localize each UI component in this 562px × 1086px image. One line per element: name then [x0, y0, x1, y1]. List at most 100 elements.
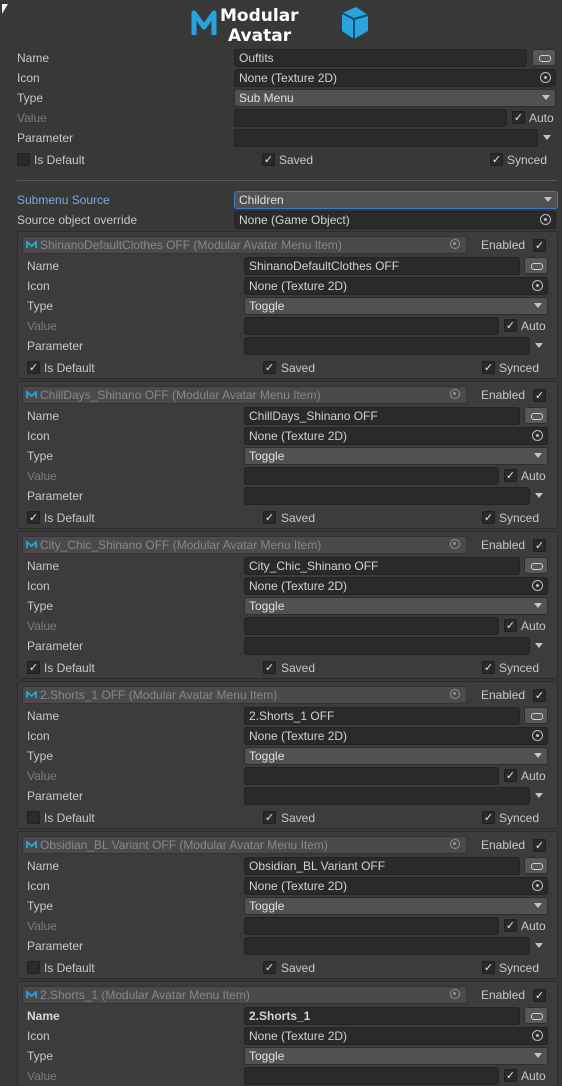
enabled-checkbox[interactable]: ✓ — [533, 539, 546, 552]
icon-object-field[interactable]: None (Texture 2D) — [244, 277, 548, 295]
link-button[interactable] — [532, 49, 556, 66]
saved-checkbox[interactable]: ✓ — [262, 153, 275, 166]
icon-object-field[interactable]: None (Texture 2D) — [244, 577, 548, 595]
link-button[interactable] — [524, 557, 548, 574]
object-ping-icon[interactable] — [450, 839, 460, 849]
parameter-field[interactable] — [234, 129, 538, 147]
object-ping-icon[interactable] — [450, 989, 460, 999]
icon-object-field[interactable]: None (Texture 2D) — [244, 877, 548, 895]
type-dropdown[interactable]: Sub Menu — [234, 89, 556, 107]
link-button[interactable] — [524, 707, 548, 724]
menu-item-header[interactable]: 2.Shorts_1 OFF (Modular Avatar Menu Item… — [22, 686, 467, 704]
synced-checkbox[interactable]: ✓ — [482, 811, 495, 824]
object-ping-icon[interactable] — [450, 239, 460, 249]
source-override-field[interactable]: None (Game Object) — [234, 211, 556, 229]
link-button[interactable] — [524, 1007, 548, 1024]
saved-checkbox[interactable]: ✓ — [263, 811, 276, 824]
link-button[interactable] — [524, 257, 548, 274]
value-field[interactable] — [244, 917, 499, 935]
is-default-checkbox[interactable] — [27, 961, 40, 974]
link-button[interactable] — [524, 407, 548, 424]
menu-item-header[interactable]: City_Chic_Shinano OFF (Modular Avatar Me… — [22, 536, 467, 554]
object-picker-icon[interactable] — [532, 430, 543, 441]
synced-checkbox[interactable]: ✓ — [482, 961, 495, 974]
saved-checkbox[interactable]: ✓ — [263, 661, 276, 674]
synced-checkbox[interactable]: ✓ — [482, 661, 495, 674]
type-dropdown[interactable]: Toggle — [244, 597, 548, 615]
object-ping-icon[interactable] — [450, 689, 460, 699]
value-field[interactable] — [244, 1067, 499, 1085]
parameter-dropdown-icon[interactable] — [535, 793, 543, 798]
object-picker-icon[interactable] — [532, 1030, 543, 1041]
enabled-checkbox[interactable]: ✓ — [533, 839, 546, 852]
value-field[interactable] — [234, 109, 507, 127]
icon-object-field[interactable]: None (Texture 2D) — [244, 427, 548, 445]
synced-checkbox[interactable]: ✓ — [482, 361, 495, 374]
name-field[interactable]: 2.Shorts_1 — [244, 1007, 520, 1025]
menu-item-header[interactable]: ShinanoDefaultClothes OFF (Modular Avata… — [22, 236, 467, 254]
auto-checkbox[interactable]: ✓ — [512, 111, 525, 124]
parameter-field[interactable] — [244, 787, 530, 805]
enabled-checkbox[interactable]: ✓ — [533, 239, 546, 252]
menu-item-header[interactable]: ChillDays_Shinano OFF (Modular Avatar Me… — [22, 386, 467, 404]
name-field[interactable]: 2.Shorts_1 OFF — [244, 707, 520, 725]
icon-object-field[interactable]: None (Texture 2D) — [244, 1027, 548, 1045]
type-dropdown[interactable]: Toggle — [244, 747, 548, 765]
parameter-dropdown-icon[interactable] — [535, 943, 543, 948]
type-dropdown[interactable]: Toggle — [244, 897, 548, 915]
is-default-checkbox[interactable]: ✓ — [27, 511, 40, 524]
parameter-field[interactable] — [244, 487, 530, 505]
is-default-checkbox[interactable] — [27, 811, 40, 824]
name-field[interactable]: ChillDays_Shinano OFF — [244, 407, 520, 425]
icon-object-field[interactable]: None (Texture 2D) — [234, 69, 556, 87]
parameter-dropdown-icon[interactable] — [535, 343, 543, 348]
object-ping-icon[interactable] — [450, 539, 460, 549]
object-picker-icon[interactable] — [540, 214, 551, 225]
object-picker-icon[interactable] — [532, 580, 543, 591]
parameter-field[interactable] — [244, 337, 530, 355]
saved-checkbox[interactable]: ✓ — [263, 511, 276, 524]
parameter-dropdown-icon[interactable] — [535, 643, 543, 648]
parameter-field[interactable] — [244, 637, 530, 655]
auto-checkbox[interactable]: ✓ — [504, 1069, 517, 1082]
value-field[interactable] — [244, 617, 499, 635]
menu-item-header[interactable]: 2.Shorts_1 (Modular Avatar Menu Item) — [22, 986, 467, 1004]
object-ping-icon[interactable] — [450, 389, 460, 399]
enabled-checkbox[interactable]: ✓ — [533, 989, 546, 1002]
object-picker-icon[interactable] — [532, 280, 543, 291]
enabled-checkbox[interactable]: ✓ — [533, 689, 546, 702]
icon-object-field[interactable]: None (Texture 2D) — [244, 727, 548, 745]
menu-item-header[interactable]: Obsidian_BL Variant OFF (Modular Avatar … — [22, 836, 467, 854]
synced-checkbox[interactable]: ✓ — [490, 153, 503, 166]
synced-checkbox[interactable]: ✓ — [482, 511, 495, 524]
auto-checkbox[interactable]: ✓ — [504, 919, 517, 932]
parameter-field[interactable] — [244, 937, 530, 955]
is-default-checkbox[interactable]: ✓ — [27, 661, 40, 674]
name-field[interactable]: Obsidian_BL Variant OFF — [244, 857, 520, 875]
value-field[interactable] — [244, 467, 499, 485]
name-field[interactable]: City_Chic_Shinano OFF — [244, 557, 520, 575]
auto-checkbox[interactable]: ✓ — [504, 319, 517, 332]
value-field[interactable] — [244, 317, 499, 335]
object-picker-icon[interactable] — [532, 730, 543, 741]
link-button[interactable] — [524, 857, 548, 874]
auto-checkbox[interactable]: ✓ — [504, 619, 517, 632]
saved-checkbox[interactable]: ✓ — [263, 361, 276, 374]
name-field[interactable]: ShinanoDefaultClothes OFF — [244, 257, 520, 275]
auto-checkbox[interactable]: ✓ — [504, 469, 517, 482]
name-field[interactable]: Ouftits — [234, 49, 527, 67]
is-default-checkbox[interactable]: ✓ — [27, 361, 40, 374]
saved-checkbox[interactable]: ✓ — [263, 961, 276, 974]
type-dropdown[interactable]: Toggle — [244, 297, 548, 315]
value-field[interactable] — [244, 767, 499, 785]
enabled-checkbox[interactable]: ✓ — [533, 389, 546, 402]
submenu-source-dropdown[interactable]: Children — [234, 191, 558, 209]
parameter-dropdown-icon[interactable] — [543, 135, 551, 140]
auto-checkbox[interactable]: ✓ — [504, 769, 517, 782]
object-picker-icon[interactable] — [540, 72, 551, 83]
type-dropdown[interactable]: Toggle — [244, 447, 548, 465]
object-picker-icon[interactable] — [532, 880, 543, 891]
type-dropdown[interactable]: Toggle — [244, 1047, 548, 1065]
is-default-checkbox[interactable] — [17, 153, 30, 166]
parameter-dropdown-icon[interactable] — [535, 493, 543, 498]
